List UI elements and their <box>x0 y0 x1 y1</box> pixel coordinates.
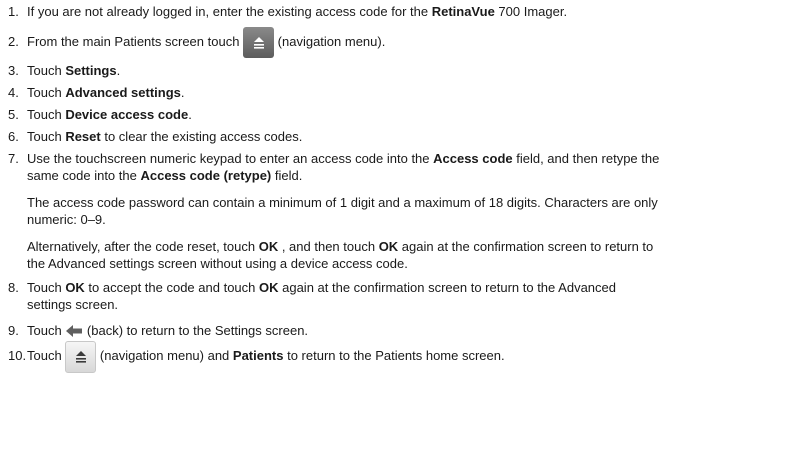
step-10: 10.Touch (navigation menu) and Patients … <box>8 340 806 373</box>
step-text-end: (navigation menu). <box>274 34 386 49</box>
step-number: 9. <box>8 323 19 338</box>
step-number: 10. <box>8 348 27 363</box>
step-text-end: field, and then retype the <box>512 151 660 166</box>
step-text: (navigation menu) and <box>96 348 233 363</box>
step-text-end: 700 Imager. <box>494 4 568 19</box>
step-text: to accept the code and touch <box>84 280 259 295</box>
step-4: 4. Touch Advanced settings. <box>8 84 806 101</box>
step-text-end: . <box>180 85 185 100</box>
step-number: 6. <box>8 129 19 144</box>
step-text: Use the touchscreen numeric keypad to en… <box>27 151 434 166</box>
reset-label: Reset <box>65 129 101 144</box>
product-name: RetinaVue <box>431 4 495 19</box>
back-arrow-icon <box>66 324 83 341</box>
step-number: 5. <box>8 107 19 122</box>
access-code-retype-label: Access code (retype) <box>140 168 272 183</box>
instruction-page: 1. If you are not already logged in, ente… <box>0 0 812 456</box>
step-text: Touch <box>27 280 66 295</box>
step-number: 3. <box>8 63 19 78</box>
note-line: numeric: 0–9. <box>27 212 106 227</box>
step-7-line-2: same code into the Access code (retype) … <box>27 167 806 184</box>
navigation-menu-icon <box>65 340 97 373</box>
step-text: same code into the <box>27 168 141 183</box>
step-text-end: to return to the Patients home screen. <box>283 348 505 363</box>
patients-label: Patients <box>232 348 284 363</box>
step-6: 6. Touch Reset to clear the existing acce… <box>8 128 806 145</box>
step-text: From the main Patients screen touch <box>27 34 244 49</box>
step-8-line-2: settings screen. <box>27 297 119 312</box>
step-7-note-2: Alternatively, after the code reset, tou… <box>27 238 806 272</box>
step-text-end: field. <box>271 168 303 183</box>
access-code-label: Access code <box>433 151 513 166</box>
device-access-code-label: Device access code <box>65 107 189 122</box>
step-5: 5. Touch Device access code. <box>8 106 806 123</box>
step-text-end: . <box>188 107 192 122</box>
note-line: The access code password can contain a m… <box>27 195 658 210</box>
step-text-end: (back) to return to the Settings screen. <box>83 323 309 338</box>
step-7-note-1: The access code password can contain a m… <box>27 194 806 228</box>
navigation-menu-icon <box>243 27 275 59</box>
note-text: Alternatively, after the code reset, tou… <box>27 239 259 254</box>
note-line: Alternatively, after the code reset, tou… <box>27 238 806 255</box>
settings-label: Settings <box>65 63 117 78</box>
step-text-end: . <box>116 63 121 78</box>
step-7: 7. Use the touchscreen numeric keypad to … <box>8 150 806 167</box>
step-text: Touch <box>27 85 66 100</box>
step-1: 1. If you are not already logged in, ente… <box>8 3 806 20</box>
step-text-end: again at the confirmation screen to retu… <box>278 280 616 295</box>
ok-label: OK <box>259 280 279 295</box>
step-number: 7. <box>8 151 19 166</box>
note-text: again at the confirmation screen to retu… <box>398 239 654 254</box>
ok-label: OK <box>378 239 399 254</box>
step-text: If you are not already logged in, enter … <box>27 4 432 19</box>
step-text: Touch <box>27 323 66 338</box>
step-number: 4. <box>8 85 19 100</box>
step-9: 9. Touch (back) to return to the Settings… <box>8 322 806 341</box>
step-text: Touch <box>27 129 66 144</box>
step-8: 8. Touch OK to accept the code and touch … <box>8 279 806 296</box>
step-text-end: to clear the existing access codes. <box>100 129 303 144</box>
advanced-settings-label: Advanced settings <box>65 85 181 100</box>
step-number: 2. <box>8 34 19 49</box>
note-line: the Advanced settings screen without usi… <box>27 256 408 271</box>
step-3: 3. Touch Settings. <box>8 62 806 79</box>
step-text: Touch <box>27 107 66 122</box>
step-text: Touch <box>27 348 66 363</box>
step-number: 8. <box>8 280 19 295</box>
step-number: 1. <box>8 4 19 19</box>
step-text: Touch <box>27 63 66 78</box>
ok-label: OK <box>65 280 85 295</box>
note-text: , and then touch <box>278 239 379 254</box>
ok-label: OK <box>258 239 279 254</box>
step-2: 2. From the main Patients screen touch (n… <box>8 26 806 59</box>
